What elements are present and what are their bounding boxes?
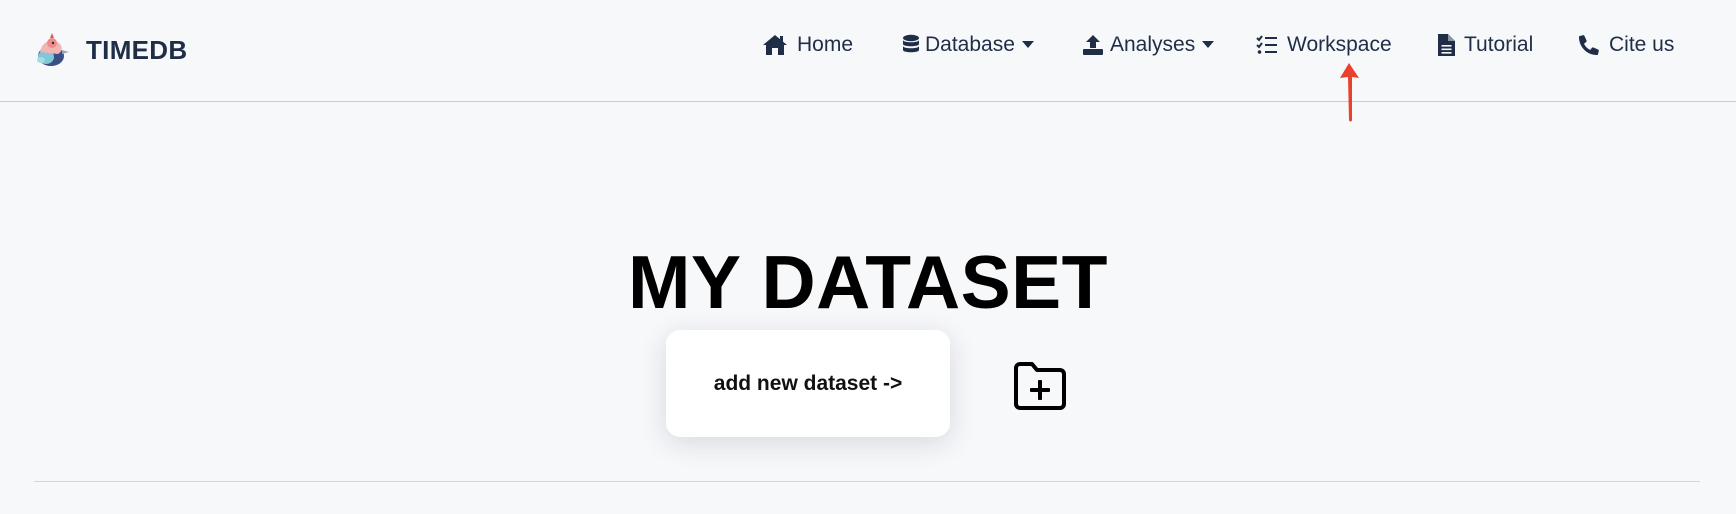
chevron-down-icon	[1202, 41, 1215, 49]
nav-item-database-label: Database	[925, 33, 1015, 56]
document-icon	[1438, 34, 1455, 56]
nav-item-analyses-label: Analyses	[1110, 33, 1196, 56]
nav-item-tutorial[interactable]: Tutorial	[1438, 28, 1533, 62]
phone-icon	[1578, 34, 1600, 56]
checklist-icon	[1256, 35, 1278, 55]
nav-item-workspace-label: Workspace	[1287, 33, 1392, 56]
database-icon	[902, 34, 920, 56]
nav-item-cite-us[interactable]: Cite us	[1578, 28, 1674, 62]
folder-plus-icon[interactable]	[1012, 360, 1068, 412]
upload-icon	[1082, 34, 1104, 56]
section-divider	[34, 481, 1700, 482]
add-new-dataset-button[interactable]: add new dataset ->	[666, 330, 950, 437]
page-title: MY DATASET	[627, 240, 1108, 325]
home-icon	[762, 34, 788, 56]
annotation-arrow-icon	[1340, 63, 1359, 122]
nav-item-tutorial-label: Tutorial	[1464, 33, 1534, 56]
top-navbar: TIMEDB Home Database Analyses Workspace …	[0, 0, 1736, 102]
brand-name: TIMEDB	[86, 34, 188, 65]
nav-item-home[interactable]: Home	[762, 28, 853, 62]
brand-link[interactable]: TIMEDB	[32, 30, 187, 70]
nav-item-analyses[interactable]: Analyses	[1082, 28, 1215, 62]
bird-logo-icon	[37, 33, 69, 66]
chevron-down-icon	[1021, 41, 1034, 49]
nav-item-database[interactable]: Database	[902, 28, 1034, 62]
nav-item-workspace[interactable]: Workspace	[1256, 28, 1392, 62]
nav-item-cite-us-label: Cite us	[1609, 33, 1675, 56]
add-new-dataset-label: add new dataset ->	[713, 371, 903, 395]
nav-item-home-label: Home	[797, 33, 854, 56]
